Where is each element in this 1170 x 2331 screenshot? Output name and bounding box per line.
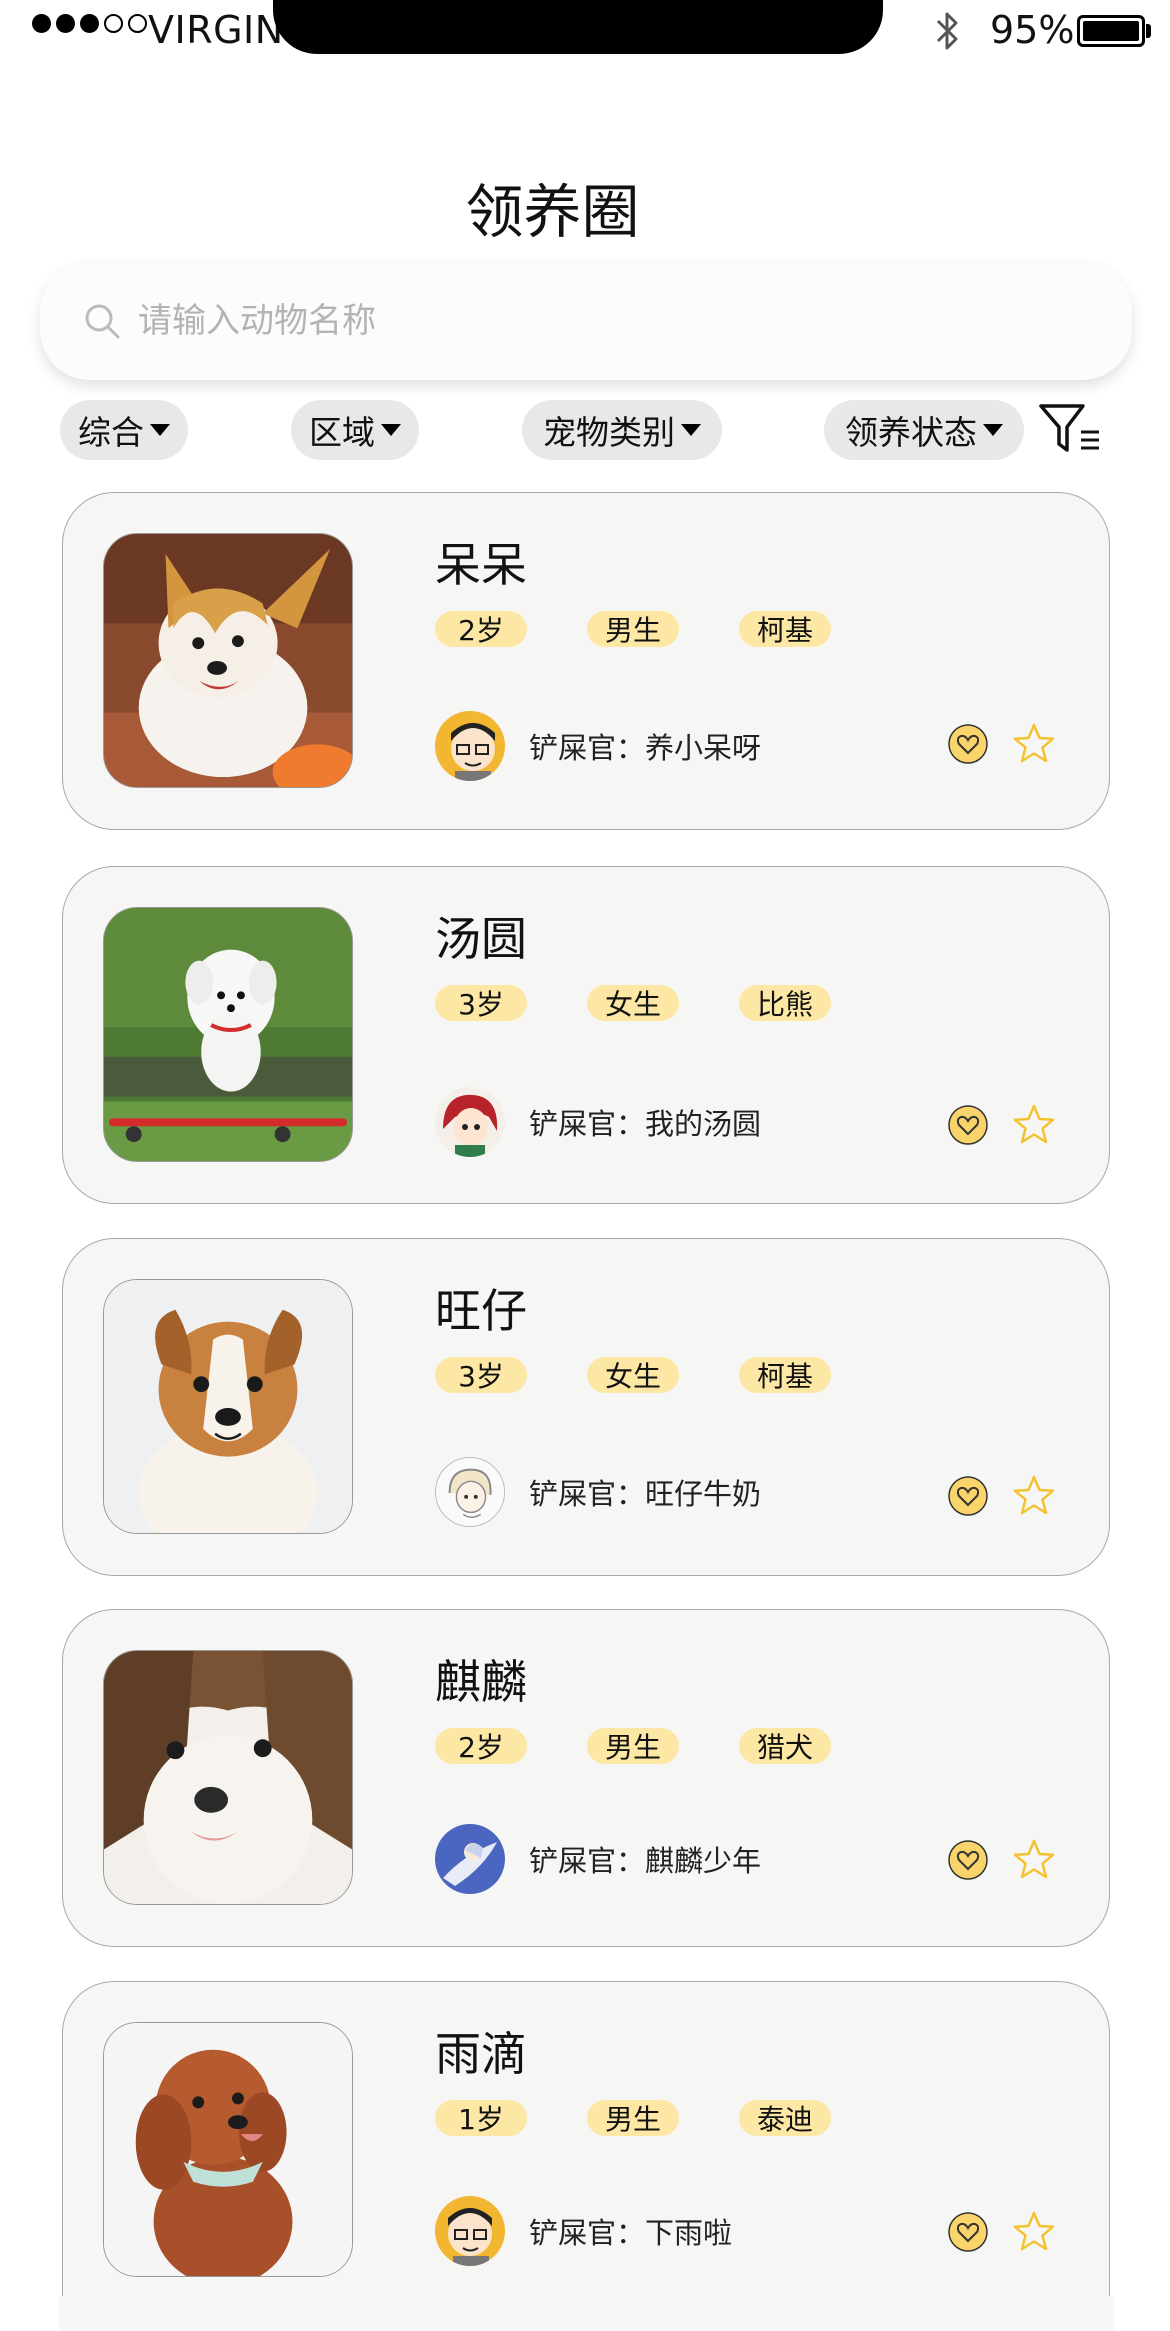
pet-name: 旺仔 (435, 1284, 527, 1338)
filter-label: 区域 (309, 413, 375, 452)
tag-age: 2岁 (435, 1728, 527, 1764)
owner-info: 铲屎官： 我的汤圆 (435, 1087, 761, 1157)
owner-avatar[interactable] (435, 2196, 505, 2266)
search-input[interactable] (136, 300, 1040, 342)
owner-info: 铲屎官： 养小呆呀 (435, 711, 761, 781)
owner-label: 铲屎官： (529, 1844, 646, 1878)
pet-name: 呆呆 (435, 538, 527, 592)
carrier-name: VIRGIN (148, 8, 284, 52)
filter-overall[interactable]: 综合 (60, 400, 188, 460)
search-icon (85, 304, 120, 339)
filter-label: 领养状态 (845, 413, 977, 452)
owner-avatar[interactable] (435, 711, 505, 781)
battery-icon (1077, 15, 1145, 47)
battery-percentage: 95% (990, 8, 1075, 52)
favorite-star-icon[interactable] (1011, 2209, 1057, 2255)
owner-avatar[interactable] (435, 1824, 505, 1894)
pet-photo-white-puppy (103, 907, 353, 1162)
tag-breed: 猎犬 (739, 1728, 831, 1764)
status-bar: VIRGIN 95% (0, 0, 1170, 70)
owner-avatar[interactable] (435, 1457, 505, 1527)
caret-down-icon (381, 424, 401, 436)
filter-region[interactable]: 区域 (291, 400, 419, 460)
search-bar[interactable] (40, 262, 1132, 380)
tag-age: 3岁 (435, 985, 527, 1021)
owner-info: 铲屎官： 麒麟少年 (435, 1824, 761, 1894)
pet-photo-puppy-closeup (103, 1650, 353, 1905)
pet-name: 麒麟 (435, 1655, 527, 1709)
pet-card[interactable]: 汤圆 3岁 女生 比熊 铲屎官： 我的汤圆 (62, 866, 1110, 1204)
pet-tags: 3岁 女生 柯基 (435, 1357, 891, 1393)
pet-tags: 3岁 女生 比熊 (435, 985, 891, 1021)
pet-tags: 2岁 男生 柯基 (435, 611, 891, 647)
owner-label: 铲屎官： (529, 2216, 646, 2250)
pet-tags: 2岁 男生 猎犬 (435, 1728, 891, 1764)
pet-name: 雨滴 (435, 2027, 527, 2081)
pet-card[interactable]: 呆呆 2岁 男生 柯基 铲屎官： 养小呆呀 (62, 492, 1110, 830)
pet-tags: 1岁 男生 泰迪 (435, 2100, 891, 2136)
tag-gender: 男生 (587, 2100, 679, 2136)
owner-name: 旺仔牛奶 (645, 1477, 762, 1511)
pet-card[interactable]: 雨滴 1岁 男生 泰迪 铲屎官： 下雨啦 (62, 1981, 1110, 2326)
filter-label: 宠物类别 (543, 413, 675, 452)
caret-down-icon (150, 424, 170, 436)
owner-label: 铲屎官： (529, 731, 646, 765)
owner-name: 麒麟少年 (645, 1844, 762, 1878)
like-heart-icon[interactable] (947, 723, 989, 765)
pet-name: 汤圆 (435, 912, 527, 966)
pet-card[interactable]: 旺仔 3岁 女生 柯基 铲屎官： 旺仔牛奶 (62, 1238, 1110, 1576)
owner-name: 下雨啦 (645, 2216, 733, 2250)
like-heart-icon[interactable] (947, 1104, 989, 1146)
pet-photo-corgi-puppy (103, 1279, 353, 1534)
owner-info: 铲屎官： 旺仔牛奶 (435, 1457, 761, 1527)
caret-down-icon (983, 424, 1003, 436)
favorite-star-icon[interactable] (1011, 1837, 1057, 1883)
tag-breed: 柯基 (739, 1357, 831, 1393)
owner-name: 养小呆呀 (645, 731, 762, 765)
like-heart-icon[interactable] (947, 2211, 989, 2253)
tag-gender: 男生 (587, 611, 679, 647)
favorite-star-icon[interactable] (1011, 721, 1057, 767)
pet-photo-corgi-adult (103, 533, 353, 788)
owner-name: 我的汤圆 (645, 1107, 762, 1141)
tag-breed: 泰迪 (739, 2100, 831, 2136)
caret-down-icon (681, 424, 701, 436)
pet-card[interactable]: 麒麟 2岁 男生 猎犬 铲屎官： 麒麟少年 (62, 1609, 1110, 1947)
filter-funnel-icon[interactable] (1037, 400, 1103, 456)
favorite-star-icon[interactable] (1011, 1102, 1057, 1148)
filter-label: 综合 (78, 413, 144, 452)
tag-age: 2岁 (435, 611, 527, 647)
device-notch (273, 0, 883, 54)
tag-breed: 比熊 (739, 985, 831, 1021)
tag-age: 3岁 (435, 1357, 527, 1393)
owner-label: 铲屎官： (529, 1477, 646, 1511)
owner-avatar[interactable] (435, 1087, 505, 1157)
like-heart-icon[interactable] (947, 1475, 989, 1517)
signal-strength-icon (32, 14, 147, 33)
tag-age: 1岁 (435, 2100, 527, 2136)
filter-bar: 综合 区域 宠物类别 领养状态 (0, 400, 1170, 464)
tag-gender: 女生 (587, 1357, 679, 1393)
favorite-star-icon[interactable] (1011, 1473, 1057, 1519)
list-bottom-fade (58, 2296, 1114, 2331)
tag-gender: 男生 (587, 1728, 679, 1764)
owner-label: 铲屎官： (529, 1107, 646, 1141)
like-heart-icon[interactable] (947, 1839, 989, 1881)
tag-gender: 女生 (587, 985, 679, 1021)
filter-adoption-status[interactable]: 领养状态 (824, 400, 1024, 460)
bluetooth-icon (936, 12, 958, 50)
filter-pet-type[interactable]: 宠物类别 (522, 400, 722, 460)
owner-info: 铲屎官： 下雨啦 (435, 2196, 732, 2266)
page-title: 领养圈 (465, 178, 640, 246)
tag-breed: 柯基 (739, 611, 831, 647)
pet-photo-teddy-poodle (103, 2022, 353, 2277)
